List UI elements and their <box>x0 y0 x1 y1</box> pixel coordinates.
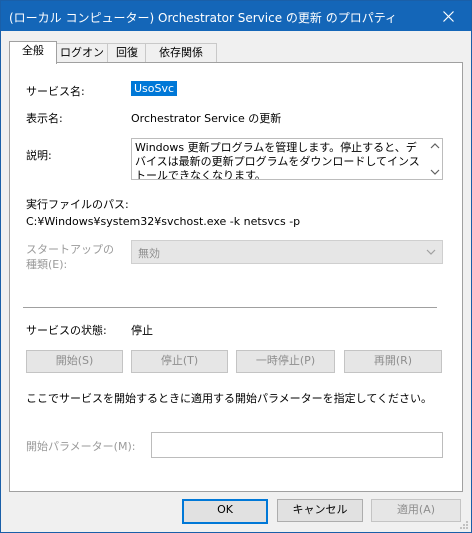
service-name-label: サービス名: <box>26 85 85 98</box>
start-params-label: 開始パラメーター(M): <box>26 440 136 453</box>
startup-type-label-line1: スタートアップの <box>26 243 114 256</box>
ok-button[interactable]: OK <box>182 499 268 524</box>
exe-path-label: 実行ファイルのパス: <box>26 198 129 211</box>
cancel-button[interactable]: キャンセル <box>277 499 363 522</box>
tab-recovery[interactable]: 回復 <box>107 43 147 63</box>
description-box[interactable]: Windows 更新プログラムを管理します。停止すると、デバイスは最新の更新プロ… <box>131 138 443 180</box>
general-tab-panel: サービス名: UsoSvc 表示名: Orchestrator Service … <box>9 62 463 492</box>
scroll-down-icon[interactable] <box>430 168 440 176</box>
window-title: (ローカル コンピューター) Orchestrator Service の更新 … <box>9 11 397 25</box>
resize-grip-icon[interactable] <box>459 520 469 530</box>
chevron-down-icon <box>426 249 436 255</box>
close-icon <box>442 10 454 22</box>
tab-dependencies[interactable]: 依存関係 <box>145 43 217 63</box>
start-params-hint: ここでサービスを開始するときに適用する開始パラメーターを指定してください。 <box>26 392 433 405</box>
start-params-input[interactable] <box>151 432 443 458</box>
service-status-label: サービスの状態: <box>26 324 107 337</box>
scroll-up-icon[interactable] <box>430 142 440 150</box>
description-text: Windows 更新プログラムを管理します。停止すると、デバイスは最新の更新プロ… <box>135 141 420 180</box>
start-button[interactable]: 開始(S) <box>26 350 123 373</box>
title-bar[interactable]: (ローカル コンピューター) Orchestrator Service の更新 … <box>1 1 471 31</box>
display-name-value[interactable]: Orchestrator Service の更新 <box>131 110 281 126</box>
service-status-value: 停止 <box>131 324 153 337</box>
tab-logon[interactable]: ログオン <box>55 43 109 63</box>
startup-type-label-line2: 種類(E): <box>26 258 68 271</box>
pause-button[interactable]: 一時停止(P) <box>236 350 335 373</box>
display-name-label: 表示名: <box>26 112 63 125</box>
resume-button[interactable]: 再開(R) <box>344 350 442 373</box>
service-properties-dialog: (ローカル コンピューター) Orchestrator Service の更新 … <box>0 0 472 533</box>
divider <box>23 307 437 308</box>
exe-path-value[interactable]: C:¥Windows¥system32¥svchost.exe -k netsv… <box>26 215 300 228</box>
tab-general[interactable]: 全般 <box>9 41 57 64</box>
startup-type-value: 無効 <box>138 247 160 260</box>
service-name-value[interactable]: UsoSvc <box>131 81 178 96</box>
stop-button[interactable]: 停止(T) <box>131 350 228 373</box>
description-scrollbar[interactable] <box>428 139 442 179</box>
close-button[interactable] <box>425 1 471 31</box>
description-label: 説明: <box>26 149 52 162</box>
apply-button[interactable]: 適用(A) <box>371 499 461 522</box>
startup-type-select[interactable]: 無効 <box>131 240 443 264</box>
